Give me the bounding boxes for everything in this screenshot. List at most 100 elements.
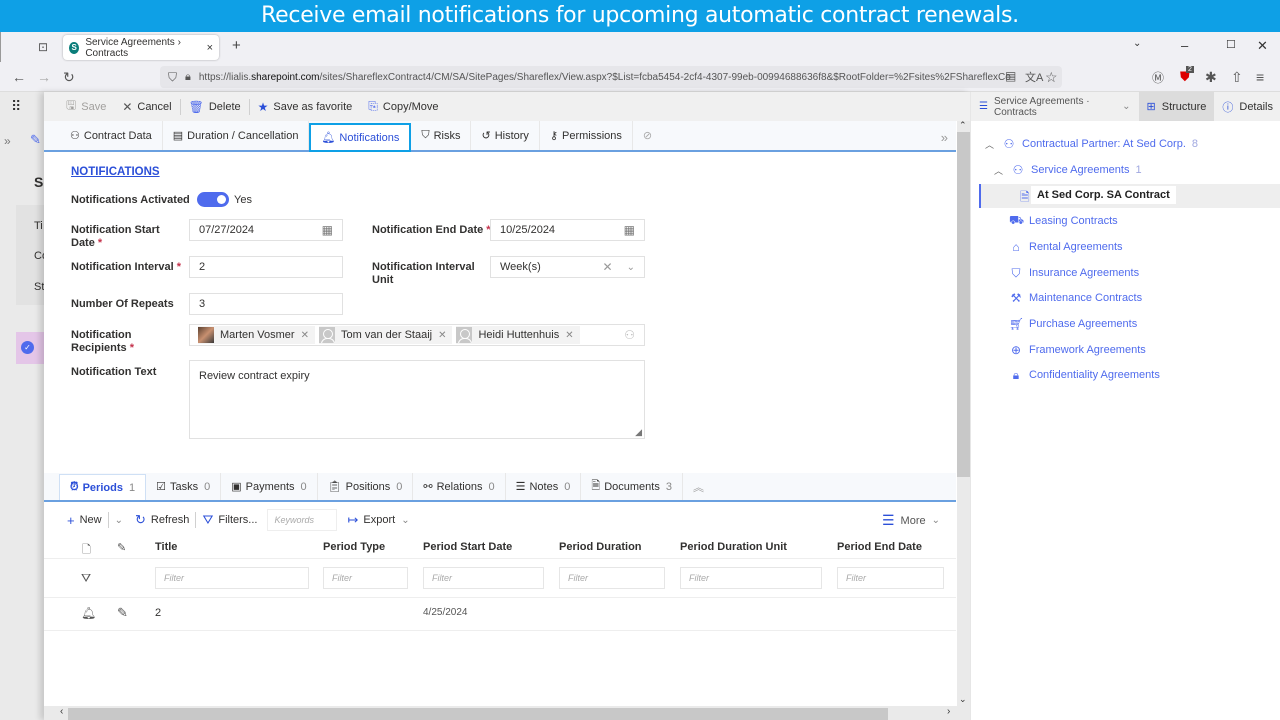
save-button[interactable]: 🖫 Save <box>58 97 114 117</box>
app-launcher-icon[interactable]: ⠿ <box>11 98 21 115</box>
reload-icon[interactable]: ↻ <box>63 69 75 86</box>
menu-icon[interactable]: ≡ <box>1256 69 1264 85</box>
collapse-tabs-button[interactable]: ︽ <box>683 473 714 500</box>
scroll-left-icon[interactable]: ‹ <box>60 706 63 717</box>
tree-item-maintenance[interactable]: ⚒ Maintenance Contracts <box>1009 288 1143 308</box>
interval-field[interactable]: 2 <box>189 256 343 278</box>
keywords-input[interactable]: Keywords <box>267 509 338 531</box>
close-window-icon[interactable]: ✕ <box>1257 38 1268 54</box>
table-row[interactable]: 🔔︎ ✎ 2 4/25/2024 <box>44 598 956 630</box>
column-header-title[interactable]: Title <box>155 541 177 553</box>
notifications-activated-toggle[interactable] <box>197 192 229 207</box>
address-bar[interactable]: ⛉ 🔒︎ https://lialis. sharepoint.com/sites… <box>160 66 1062 88</box>
tab-notifications[interactable]: 🔔︎ Notifications <box>309 123 412 152</box>
view-selector-dropdown[interactable]: ☰ Service Agreements · Contracts ⌄ <box>971 92 1139 121</box>
details-tab[interactable]: ⓘ Details <box>1214 92 1280 121</box>
cancel-button[interactable]: ✕ Cancel <box>114 97 179 117</box>
tab-documents[interactable]: 🗎 Documents 3 <box>581 473 683 500</box>
tab-payments[interactable]: ▣ Payments 0 <box>221 473 318 500</box>
filter-title-input[interactable]: Filter <box>155 567 309 589</box>
remove-recipient-icon[interactable]: ✕ <box>438 330 446 341</box>
scroll-right-icon[interactable]: › <box>947 706 950 717</box>
filter-period-type-input[interactable]: Filter <box>323 567 408 589</box>
column-header-period-duration-unit[interactable]: Period Duration Unit <box>680 541 787 553</box>
more-button[interactable]: ☰ More ⌄ <box>882 512 940 529</box>
minimize-icon[interactable]: – <box>1181 38 1188 53</box>
people-picker-icon[interactable]: ⚇ <box>624 328 635 342</box>
refresh-button[interactable]: ↻ Refresh <box>129 512 195 528</box>
resize-handle-icon[interactable]: ◢ <box>635 427 642 438</box>
tree-item-partner[interactable]: ︿ ⚇ Contractual Partner: At Sed Corp. 8 <box>985 134 1198 154</box>
scroll-down-icon[interactable]: ⌄ <box>959 694 967 705</box>
interval-unit-dropdown[interactable]: Week(s) ✕ ⌄ <box>490 256 645 278</box>
end-date-field[interactable]: 10/25/2024 ▦ <box>490 219 645 241</box>
tree-item-rental[interactable]: ⌂ Rental Agreements <box>1009 237 1122 257</box>
delete-button[interactable]: 🗑︎ Delete <box>181 97 249 117</box>
collapse-caret-icon[interactable]: ︿ <box>994 164 1003 177</box>
translate-icon[interactable]: 文A <box>1025 69 1043 85</box>
column-header-period-duration[interactable]: Period Duration <box>559 541 642 553</box>
chevron-down-icon[interactable]: ⌄ <box>627 262 635 273</box>
tab-periods[interactable]: ⏰︎ Periods 1 <box>59 474 147 500</box>
column-header-period-start-date[interactable]: Period Start Date <box>423 541 512 553</box>
scroll-up-icon[interactable]: ⌃ <box>959 120 967 131</box>
extension-icon[interactable]: ✱ <box>1205 69 1217 86</box>
tree-item-insurance[interactable]: ⛉ Insurance Agreements <box>1009 263 1139 283</box>
edit-pencil-icon[interactable]: ✎ <box>30 132 41 148</box>
tab-history[interactable]: ↺ History <box>471 121 540 150</box>
tab-tasks[interactable]: ☑ Tasks 0 <box>146 473 222 500</box>
new-tab-icon[interactable]: + <box>232 37 241 54</box>
horizontal-scrollbar-thumb[interactable] <box>68 708 888 720</box>
new-dropdown-chevron-icon[interactable]: ⌄ <box>109 515 129 526</box>
hidden-tabs-toggle[interactable]: ⊘ <box>633 121 662 150</box>
reader-view-icon[interactable]: ▤ <box>1005 69 1016 83</box>
calendar-icon[interactable]: ▦ <box>322 223 333 237</box>
tab-relations[interactable]: ⚯ Relations 0 <box>413 473 506 500</box>
copy-move-button[interactable]: ⎘ Copy/Move <box>360 97 446 117</box>
filters-button[interactable]: ⛛ Filters... <box>196 512 263 528</box>
tree-item-service-agreements[interactable]: ︿ ⚇ Service Agreements 1 <box>994 160 1142 180</box>
filter-period-duration-unit-input[interactable]: Filter <box>680 567 822 589</box>
tab-list-chevron-icon[interactable]: ⌄ <box>1133 38 1141 49</box>
edit-row-icon[interactable]: ✎ <box>117 605 128 621</box>
filter-period-end-date-input[interactable]: Filter <box>837 567 944 589</box>
calendar-icon[interactable]: ▦ <box>624 223 635 237</box>
extensions-icon[interactable]: ⇧ <box>1231 69 1243 86</box>
save-as-favorite-button[interactable]: ★ Save as favorite <box>250 97 361 117</box>
expand-tabs-chevron-icon[interactable]: » <box>941 130 948 145</box>
tree-item-framework[interactable]: ⊕ Framework Agreements <box>1009 340 1146 360</box>
column-header-period-end-date[interactable]: Period End Date <box>837 541 922 553</box>
structure-tab[interactable]: ⊞ Structure <box>1138 92 1215 121</box>
filter-period-start-date-input[interactable]: Filter <box>423 567 544 589</box>
new-button[interactable]: + New <box>61 513 108 528</box>
recipients-picker[interactable]: Marten Vosmer ✕ Tom van der Staaij ✕ Heidi… <box>189 324 645 346</box>
filter-period-duration-input[interactable]: Filter <box>559 567 665 589</box>
tab-risks[interactable]: ⛉ Risks <box>411 121 472 150</box>
remove-recipient-icon[interactable]: ✕ <box>301 330 309 341</box>
export-button[interactable]: ↦ Export ⌄ <box>341 512 415 528</box>
tab-positions[interactable]: 📋︎ Positions 0 <box>318 473 414 500</box>
bookmark-star-icon[interactable]: ☆ <box>1045 69 1058 86</box>
close-tab-icon[interactable]: × <box>207 42 213 54</box>
extension-m-icon[interactable]: Ⓜ <box>1152 69 1164 86</box>
tab-duration-cancellation[interactable]: ▤ Duration / Cancellation <box>163 121 310 150</box>
tree-item-purchase[interactable]: 🛒︎ Purchase Agreements <box>1009 314 1137 334</box>
expand-nav-icon[interactable]: » <box>4 134 11 148</box>
tab-permissions[interactable]: ⚷ Permissions <box>540 121 633 150</box>
forward-icon[interactable]: → <box>37 69 51 85</box>
collapse-caret-icon[interactable]: ︿ <box>985 138 994 151</box>
browser-tab[interactable]: S Service Agreements › Contracts × <box>63 35 219 60</box>
remove-recipient-icon[interactable]: ✕ <box>565 330 573 341</box>
notification-text-area[interactable]: Review contract expiry ◢ <box>189 360 645 439</box>
tab-overview-icon[interactable]: ⊡ <box>38 40 48 54</box>
tree-item-confidentiality[interactable]: 🔒︎ Confidentiality Agreements <box>1009 365 1160 385</box>
back-icon[interactable]: ← <box>12 69 26 85</box>
vertical-scrollbar-thumb[interactable] <box>957 132 970 477</box>
tab-contract-data[interactable]: ⚇ Contract Data <box>60 121 163 150</box>
column-header-period-type[interactable]: Period Type <box>323 541 385 553</box>
clear-icon[interactable]: ✕ <box>603 260 613 274</box>
tab-notes[interactable]: ☰ Notes 0 <box>506 473 582 500</box>
repeats-field[interactable]: 3 <box>189 293 343 315</box>
start-date-field[interactable]: 07/27/2024 ▦ <box>189 219 343 241</box>
tree-item-leasing[interactable]: ⛟ Leasing Contracts <box>1009 211 1118 231</box>
